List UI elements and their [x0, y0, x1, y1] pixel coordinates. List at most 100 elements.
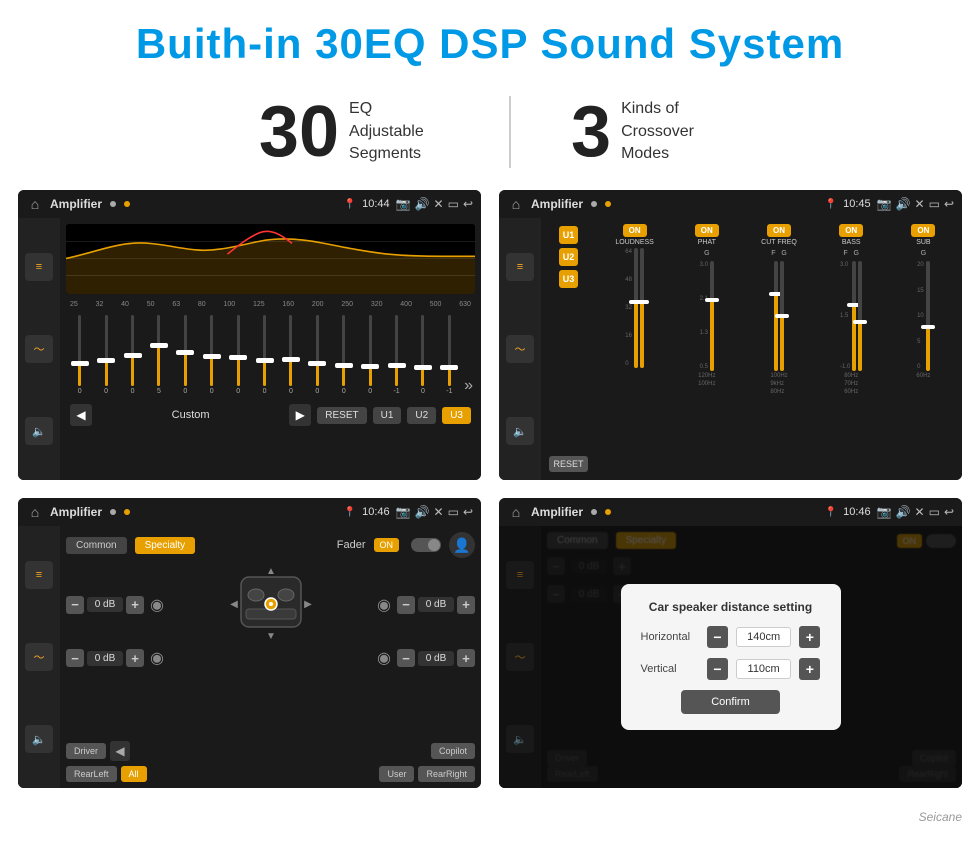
phat-on-btn[interactable]: ON	[695, 224, 719, 237]
home-icon-4[interactable]: ⌂	[507, 503, 525, 521]
eq-u3-btn[interactable]: U3	[442, 407, 471, 424]
slider-7[interactable]: 0	[226, 315, 249, 395]
loudness-track-1[interactable]	[634, 248, 638, 368]
sub-track[interactable]	[926, 261, 930, 371]
slider-11[interactable]: 0	[332, 315, 355, 395]
eq-u2-btn[interactable]: U2	[407, 407, 436, 424]
eq-sidebar-btn-3[interactable]: 🔈	[25, 417, 53, 445]
fader-sidebar-btn-3[interactable]: 🔈	[25, 725, 53, 753]
screen4-body: ≡ 〜 🔈 Common Specialty ON −	[499, 526, 962, 788]
horizontal-value: 140cm	[736, 627, 791, 647]
slider-15[interactable]: -1	[438, 315, 461, 395]
fr-plus[interactable]: +	[457, 596, 475, 614]
phat-track[interactable]	[710, 261, 714, 371]
slider-13[interactable]: -1	[385, 315, 408, 395]
slider-2[interactable]: 0	[94, 315, 117, 395]
close-icon-2[interactable]: ✕	[915, 197, 925, 211]
vertical-minus[interactable]: −	[707, 658, 728, 680]
confirm-btn[interactable]: Confirm	[681, 690, 780, 714]
slider-5[interactable]: 0	[174, 315, 197, 395]
slider-1[interactable]: 0	[68, 315, 91, 395]
screen3-sidebar: ≡ 〜 🔈	[18, 526, 60, 788]
fader-on-btn[interactable]: ON	[374, 538, 400, 552]
loudness-labels: 644832160	[625, 248, 632, 368]
back-icon-2[interactable]: ↩	[944, 197, 954, 211]
back-icon-4[interactable]: ↩	[944, 505, 954, 519]
fr-minus[interactable]: −	[397, 596, 415, 614]
eq-sidebar-btn-2[interactable]: 〜	[25, 335, 53, 363]
close-icon-4[interactable]: ✕	[915, 505, 925, 519]
home-icon-2[interactable]: ⌂	[507, 195, 525, 213]
cutfreq-on-btn[interactable]: ON	[767, 224, 791, 237]
home-icon[interactable]: ⌂	[26, 195, 44, 213]
back-icon-3[interactable]: ↩	[463, 505, 473, 519]
close-icon-3[interactable]: ✕	[434, 505, 444, 519]
sub-on-btn[interactable]: ON	[911, 224, 935, 237]
eq-sidebar-btn-1[interactable]: ≡	[25, 253, 53, 281]
loudness-on-btn[interactable]: ON	[623, 224, 647, 237]
vertical-label: Vertical	[641, 663, 699, 675]
eq-prev-btn[interactable]: ◀	[70, 404, 92, 426]
car-diagram-wrapper: ▲ ▼ ◀ ▶	[170, 567, 371, 642]
rr-plus[interactable]: +	[457, 649, 475, 667]
bass-track-1[interactable]	[852, 261, 856, 371]
fl-plus[interactable]: +	[126, 596, 144, 614]
eq-reset-btn[interactable]: RESET	[317, 407, 366, 424]
driver-btn[interactable]: Driver	[66, 743, 106, 759]
screen-eq-title: Amplifier	[50, 197, 102, 211]
slider-10[interactable]: 0	[306, 315, 329, 395]
channel-phat: ON PHAT G 3.02.11.30.5 120Hz100Hz	[672, 224, 741, 474]
volume-icon-3: 🔊	[415, 505, 430, 519]
bass-track-2[interactable]	[858, 261, 862, 371]
eq-next-btn[interactable]: ▶	[289, 404, 311, 426]
fl-minus[interactable]: −	[66, 596, 84, 614]
horizontal-plus[interactable]: +	[799, 626, 820, 648]
back-icon[interactable]: ↩	[463, 197, 473, 211]
loudness-track-2[interactable]	[640, 248, 644, 368]
more-arrows[interactable]: »	[464, 377, 473, 395]
cutfreq-track-2[interactable]	[780, 261, 784, 371]
fader-sidebar-btn-2[interactable]: 〜	[25, 643, 53, 671]
preset-u2[interactable]: U2	[559, 248, 579, 266]
all-btn[interactable]: All	[121, 766, 147, 782]
vertical-plus[interactable]: +	[799, 658, 820, 680]
sp-prev[interactable]: ◀	[110, 741, 130, 761]
close-icon[interactable]: ✕	[434, 197, 444, 211]
modal-vertical-row: Vertical − 110cm +	[641, 658, 821, 680]
home-icon-3[interactable]: ⌂	[26, 503, 44, 521]
slider-14[interactable]: 0	[411, 315, 434, 395]
slider-12[interactable]: 0	[358, 315, 381, 395]
slider-6[interactable]: 0	[200, 315, 223, 395]
crossover-reset-btn[interactable]: RESET	[549, 456, 587, 472]
rl-minus[interactable]: −	[66, 649, 84, 667]
crossover-sidebar-btn-1[interactable]: ≡	[506, 253, 534, 281]
horizontal-minus[interactable]: −	[707, 626, 728, 648]
slider-8[interactable]: 0	[253, 315, 276, 395]
preset-u1[interactable]: U1	[559, 226, 579, 244]
user-btn[interactable]: User	[379, 766, 414, 782]
rl-plus[interactable]: +	[126, 649, 144, 667]
fader-sidebar-btn-1[interactable]: ≡	[25, 561, 53, 589]
tab-specialty[interactable]: Specialty	[135, 537, 196, 554]
fader-toggle[interactable]	[411, 538, 441, 552]
avatar-icon[interactable]: 👤	[449, 532, 475, 558]
bass-on-btn[interactable]: ON	[839, 224, 863, 237]
minimize-icon[interactable]: ▭	[448, 197, 459, 211]
channel-sub: ON SUB G 20151050 60Hz	[889, 224, 958, 474]
preset-u3[interactable]: U3	[559, 270, 579, 288]
minimize-icon-4[interactable]: ▭	[929, 505, 940, 519]
eq-u1-btn[interactable]: U1	[373, 407, 402, 424]
bass-labels-fg: F G	[843, 250, 859, 257]
slider-3[interactable]: 0	[121, 315, 144, 395]
copilot-btn[interactable]: Copilot	[431, 743, 475, 759]
rr-minus[interactable]: −	[397, 649, 415, 667]
crossover-sidebar-btn-3[interactable]: 🔈	[506, 417, 534, 445]
slider-9[interactable]: 0	[279, 315, 302, 395]
rearleft-btn[interactable]: RearLeft	[66, 766, 117, 782]
crossover-sidebar-btn-2[interactable]: 〜	[506, 335, 534, 363]
rearright-btn[interactable]: RearRight	[418, 766, 475, 782]
minimize-icon-2[interactable]: ▭	[929, 197, 940, 211]
tab-common[interactable]: Common	[66, 537, 127, 554]
minimize-icon-3[interactable]: ▭	[448, 505, 459, 519]
slider-4[interactable]: 5	[147, 315, 170, 395]
